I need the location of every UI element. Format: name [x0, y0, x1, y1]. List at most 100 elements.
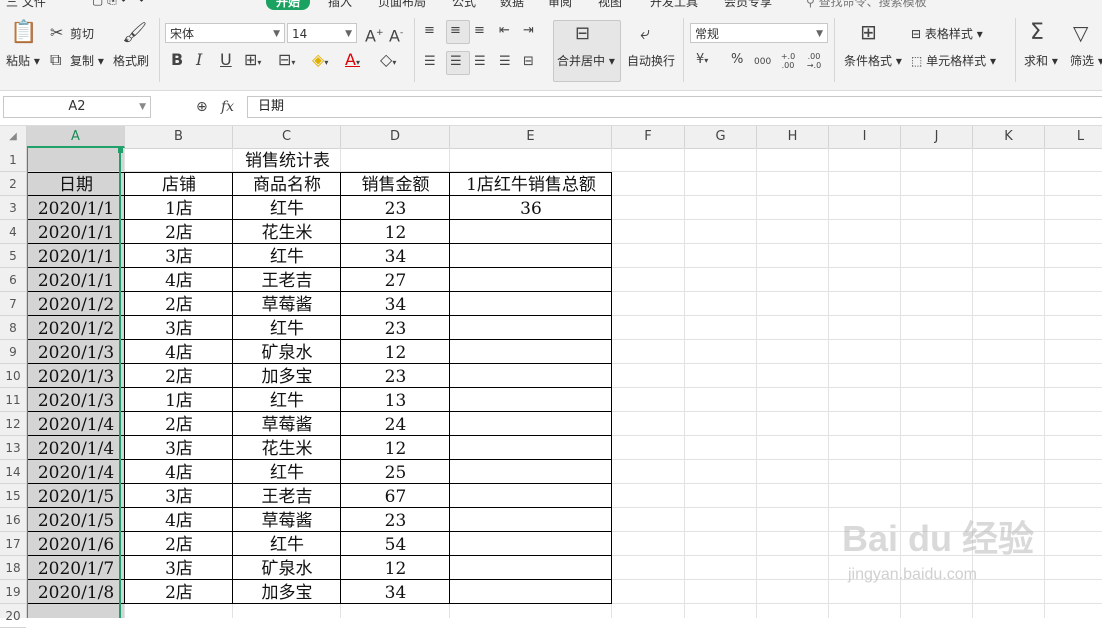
data-cell[interactable]: 加多宝 — [233, 364, 341, 388]
header-cell[interactable]: 商品名称 — [233, 172, 341, 196]
column-header-i[interactable]: I — [829, 126, 901, 148]
conditional-format-button[interactable]: 条件格式 ▾ — [844, 52, 902, 69]
data-cell[interactable]: 2店 — [125, 580, 233, 604]
border-icon[interactable]: ⊞▾ — [244, 52, 261, 71]
column-header-h[interactable]: H — [757, 126, 829, 148]
indent-icon[interactable]: ⇥ — [523, 23, 534, 39]
format-painter-button[interactable]: 格式刷 — [113, 52, 149, 69]
data-cell[interactable]: 王老吉 — [233, 484, 341, 508]
data-cell[interactable]: 3店 — [125, 244, 233, 268]
data-cell[interactable]: 2店 — [125, 292, 233, 316]
data-cell[interactable]: 23 — [341, 508, 450, 532]
row-header[interactable]: 18 — [0, 556, 26, 580]
row-header[interactable]: 8 — [0, 316, 26, 340]
data-cell[interactable]: 3店 — [125, 484, 233, 508]
data-cell[interactable]: 红牛 — [233, 316, 341, 340]
eraser-icon[interactable]: ◇▾ — [380, 52, 396, 71]
align-left-icon[interactable]: ☰ — [424, 54, 436, 70]
column-header-g[interactable]: G — [685, 126, 757, 148]
data-cell[interactable]: 3店 — [125, 436, 233, 460]
copy-icon[interactable]: ⧉ — [50, 52, 61, 68]
data-cell[interactable]: 红牛 — [233, 196, 341, 220]
wrap-text-icon[interactable]: ⤶ — [640, 25, 650, 43]
data-cell[interactable]: 12 — [341, 556, 450, 580]
column-header-c[interactable]: C — [233, 126, 341, 148]
data-cell[interactable]: 12 — [341, 436, 450, 460]
data-cell[interactable]: 红牛 — [233, 388, 341, 412]
data-cell[interactable]: 34 — [341, 292, 450, 316]
row-header[interactable]: 7 — [0, 292, 26, 316]
thousands-button[interactable]: 000 — [754, 54, 771, 70]
column-header-b[interactable]: B — [125, 126, 233, 148]
data-cell[interactable]: 草莓酱 — [233, 292, 341, 316]
filter-icon[interactable]: ▽ — [1073, 22, 1088, 44]
data-cell[interactable]: 54 — [341, 532, 450, 556]
increase-font-icon[interactable]: A+ — [365, 25, 384, 44]
function-icon[interactable]: fx — [221, 99, 234, 115]
row-header[interactable]: 5 — [0, 244, 26, 268]
data-cell[interactable]: 矿泉水 — [233, 556, 341, 580]
data-cell[interactable]: 23 — [341, 316, 450, 340]
cell-fill-pattern-icon[interactable]: ⊟▾ — [278, 52, 295, 71]
data-cell[interactable]: 2店 — [125, 412, 233, 436]
data-cell[interactable]: 草莓酱 — [233, 412, 341, 436]
data-cell[interactable]: 3店 — [125, 556, 233, 580]
data-cell[interactable]: 2店 — [125, 532, 233, 556]
menu-tab-home[interactable]: 开始 — [266, 0, 311, 10]
data-cell[interactable]: 34 — [341, 244, 450, 268]
menu-tab-formula[interactable]: 公式 — [452, 0, 476, 10]
data-cell[interactable]: 4店 — [125, 508, 233, 532]
decrease-decimal-button[interactable]: .00 →.0 — [806, 52, 822, 70]
row-header[interactable]: 9 — [0, 340, 26, 364]
data-cell[interactable]: 花生米 — [233, 436, 341, 460]
header-cell[interactable]: 店铺 — [125, 172, 233, 196]
menu-tab-data[interactable]: 数据 — [500, 0, 524, 10]
wrap-text-button[interactable]: 自动换行 — [627, 52, 675, 69]
filter-button[interactable]: 筛选 ▾ — [1070, 52, 1102, 69]
column-header-e[interactable]: E — [450, 126, 612, 148]
percent-button[interactable]: % — [731, 52, 743, 68]
sheet-title[interactable]: 销售统计表 — [125, 148, 450, 172]
formula-input[interactable]: 日期 — [247, 96, 1102, 118]
header-cell[interactable]: 销售金额 — [341, 172, 450, 196]
align-bottom-icon[interactable]: ≡ — [474, 23, 485, 39]
row-header[interactable]: 10 — [0, 364, 26, 388]
menu-tab-layout[interactable]: 页面布局 — [378, 0, 426, 10]
font-color-button[interactable]: A▾ — [345, 52, 360, 71]
select-all-corner[interactable]: ◢ — [0, 126, 27, 148]
row-header[interactable]: 1 — [0, 148, 26, 172]
data-cell[interactable]: 12 — [341, 220, 450, 244]
data-cell[interactable]: 4店 — [125, 340, 233, 364]
data-cell[interactable]: 2店 — [125, 220, 233, 244]
increase-decimal-button[interactable]: +.0 .00 — [780, 52, 796, 70]
fill-handle[interactable] — [118, 148, 123, 153]
distribute-icon[interactable]: ⊟ — [523, 54, 534, 70]
justify-icon[interactable]: ☰ — [499, 54, 511, 70]
menu-tab-view[interactable]: 视图 — [598, 0, 622, 10]
sum-button[interactable]: 求和 ▾ — [1024, 52, 1058, 69]
row-header[interactable]: 13 — [0, 436, 26, 460]
data-cell[interactable]: 1店 — [125, 388, 233, 412]
conditional-format-icon[interactable]: ⊞ — [860, 22, 877, 42]
data-cell[interactable]: 红牛 — [233, 244, 341, 268]
data-cell[interactable]: 13 — [341, 388, 450, 412]
underline-button[interactable]: U — [220, 52, 232, 68]
row-header[interactable]: 2 — [0, 172, 26, 196]
total-cell[interactable]: 36 — [450, 196, 612, 220]
italic-button[interactable]: I — [196, 52, 202, 68]
row-header[interactable]: 15 — [0, 484, 26, 508]
paste-button[interactable]: 粘贴 ▾ — [6, 52, 40, 69]
data-cell[interactable]: 67 — [341, 484, 450, 508]
column-header-a[interactable]: A — [27, 126, 125, 148]
data-cell[interactable]: 23 — [341, 196, 450, 220]
currency-button[interactable]: ¥▾ — [696, 52, 708, 69]
name-box[interactable]: A2 ▼ — [3, 96, 151, 118]
number-format-select[interactable]: 常规 ▼ — [690, 23, 828, 43]
data-cell[interactable]: 24 — [341, 412, 450, 436]
row-header[interactable]: 4 — [0, 220, 26, 244]
quick-access-icons[interactable]: ▢ ⎘ ↶ ↷ — [92, 0, 145, 8]
data-cell[interactable]: 27 — [341, 268, 450, 292]
row-header[interactable]: 14 — [0, 460, 26, 484]
table-style-button[interactable]: ⊟ 表格样式 ▾ — [911, 25, 983, 42]
paste-icon[interactable]: 📋 — [10, 22, 37, 44]
